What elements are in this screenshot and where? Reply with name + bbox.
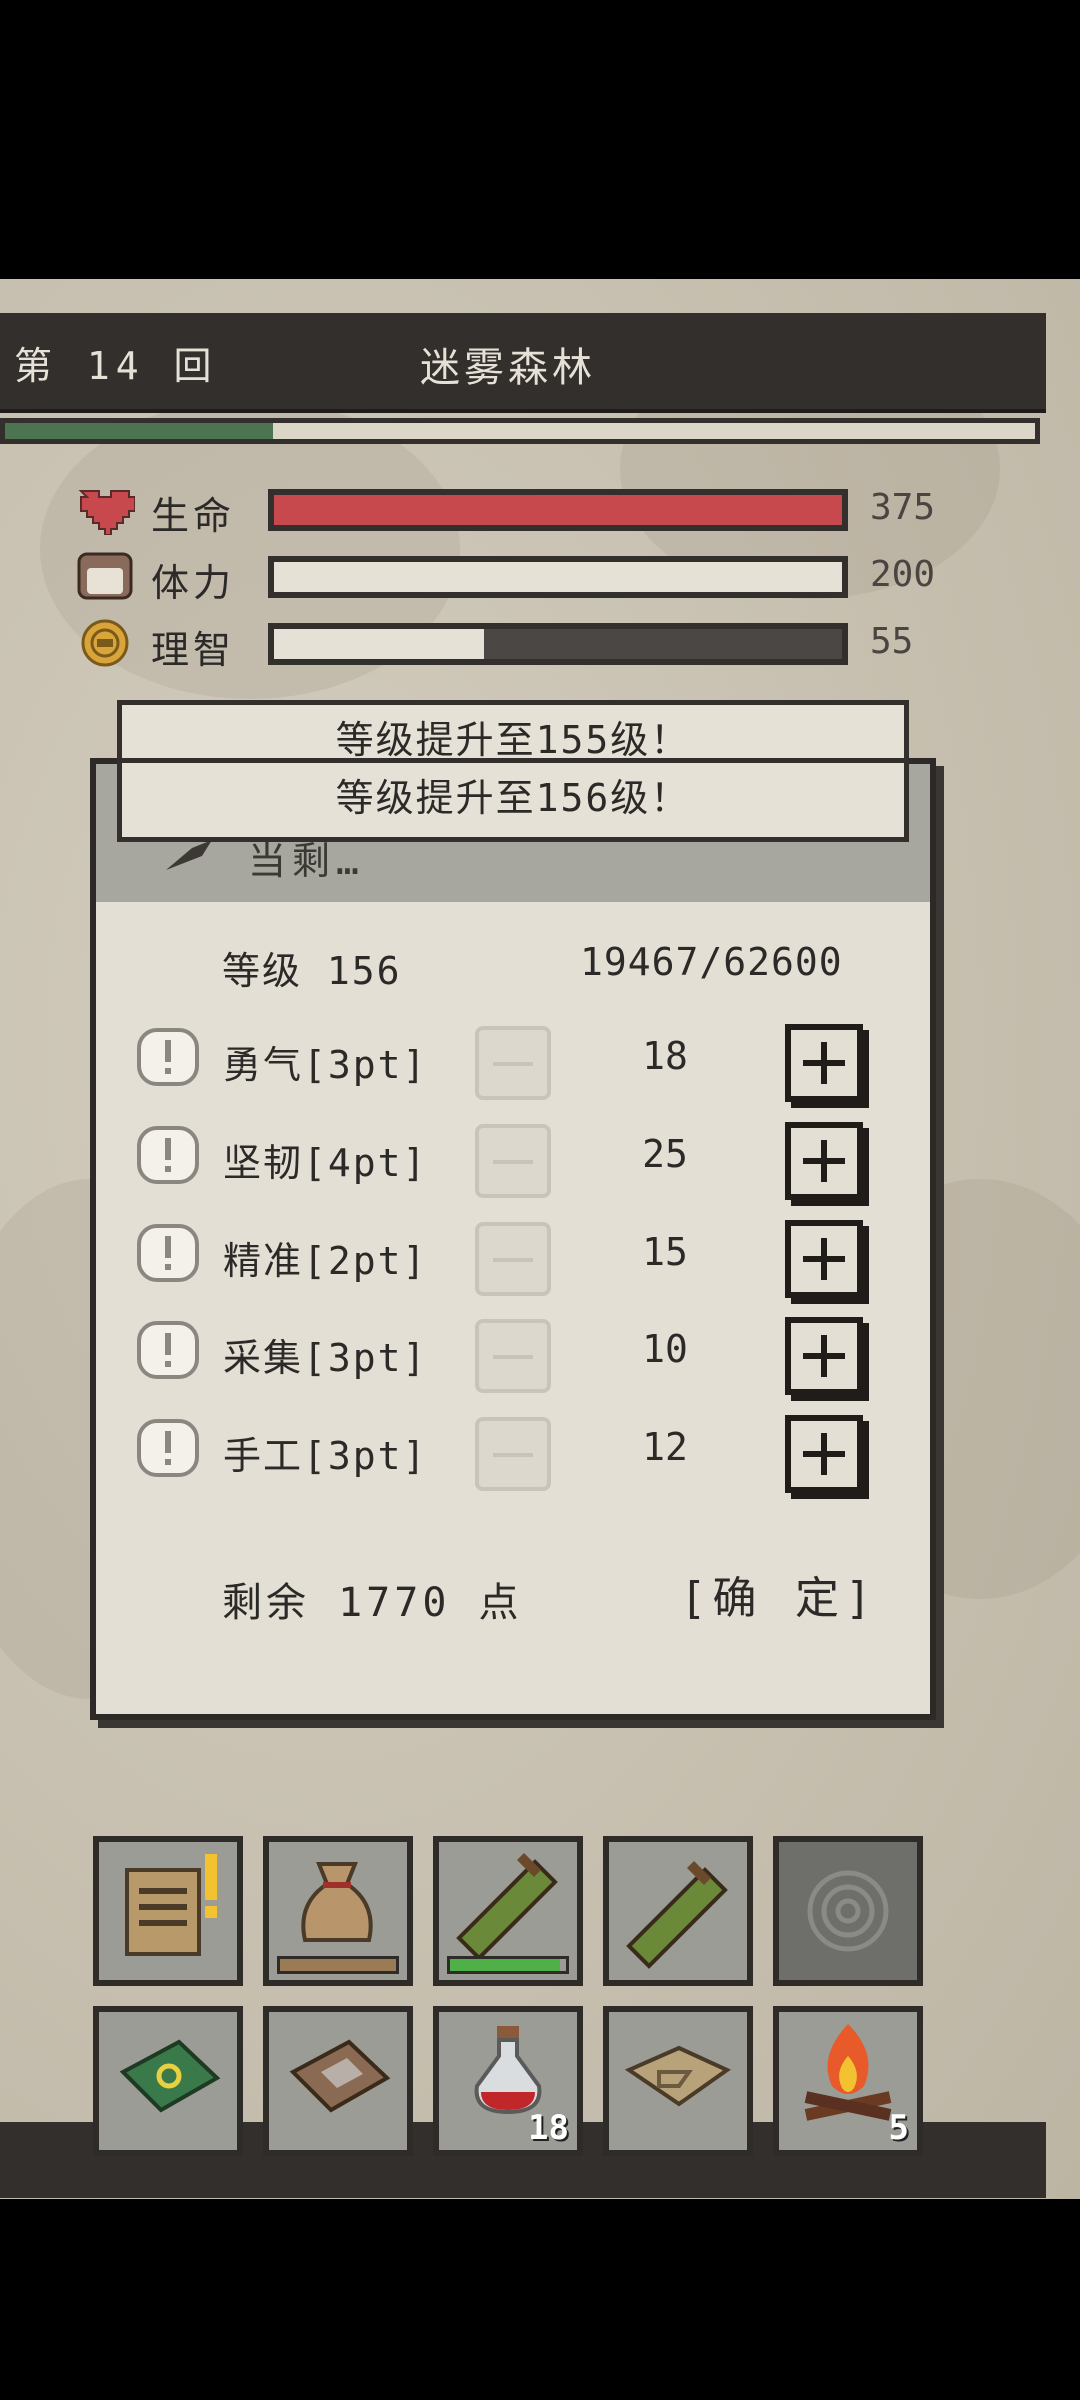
stat-name: 生命 bbox=[151, 494, 236, 538]
attribute-row-precision: 精准[2pt] 15 bbox=[135, 1216, 875, 1298]
stat-bar bbox=[268, 556, 848, 598]
stat-name: 体力 bbox=[151, 561, 236, 605]
increase-button[interactable] bbox=[785, 1122, 863, 1200]
remaining-points: 剩余 1770 点 bbox=[222, 1580, 523, 1626]
info-icon[interactable] bbox=[135, 1417, 201, 1483]
decrease-button[interactable] bbox=[475, 1319, 551, 1393]
inventory-slot[interactable]: 5 bbox=[773, 2006, 923, 2156]
attribute-label: 坚韧[4pt] bbox=[223, 1141, 428, 1185]
stat-value: 200 bbox=[870, 554, 936, 595]
stat-bar bbox=[268, 489, 848, 531]
inventory-slot[interactable] bbox=[263, 2006, 413, 2156]
increase-button[interactable] bbox=[785, 1415, 863, 1493]
info-icon[interactable] bbox=[135, 1319, 201, 1385]
attribute-row-toughness: 坚韧[4pt] 25 bbox=[135, 1118, 875, 1200]
stat-bar bbox=[268, 623, 848, 665]
stat-bar-fill bbox=[274, 562, 842, 592]
journal-icon bbox=[289, 2039, 391, 2113]
slot-bar-fill bbox=[280, 1959, 396, 1971]
attribute-value: 10 bbox=[642, 1327, 688, 1371]
inventory-slot[interactable] bbox=[263, 1836, 413, 1986]
decrease-button[interactable] bbox=[475, 1026, 551, 1100]
map-icon bbox=[624, 2045, 731, 2107]
inventory-slot[interactable] bbox=[93, 2006, 243, 2156]
attribute-row-crafting: 手工[3pt] 12 bbox=[135, 1411, 875, 1493]
stat-bar-fill bbox=[274, 495, 842, 525]
info-icon[interactable] bbox=[135, 1124, 201, 1190]
stage-progress-bar bbox=[0, 418, 1040, 444]
herb-bundle-icon bbox=[626, 1860, 728, 1969]
info-icon[interactable] bbox=[135, 1026, 201, 1092]
top-bar: 第 14 回 迷雾森林 bbox=[0, 313, 1046, 413]
attribute-label: 勇气[3pt] bbox=[223, 1043, 428, 1087]
increase-button[interactable] bbox=[785, 1317, 863, 1395]
inventory-slot[interactable] bbox=[603, 2006, 753, 2156]
stage-progress-fill bbox=[5, 423, 273, 439]
inventory-slot[interactable] bbox=[93, 1836, 243, 1986]
inventory-slot[interactable] bbox=[433, 1836, 583, 1986]
info-icon[interactable] bbox=[135, 1222, 201, 1288]
location-title: 迷雾森林 bbox=[420, 345, 596, 391]
decrease-button[interactable] bbox=[475, 1124, 551, 1198]
item-count: 5 bbox=[888, 2108, 909, 2148]
attribute-row-courage: 勇气[3pt] 18 bbox=[135, 1020, 875, 1102]
quest-scroll-icon bbox=[125, 1854, 217, 1956]
spellbook-icon bbox=[119, 2039, 221, 2113]
inventory-slot[interactable] bbox=[603, 1836, 753, 1986]
stat-hp: 生命 375 bbox=[75, 483, 975, 539]
herb-bundle-icon bbox=[456, 1852, 558, 1961]
level-label: 等级 156 bbox=[222, 949, 402, 993]
round-label: 第 14 回 bbox=[14, 344, 218, 388]
stat-bar-fill bbox=[274, 629, 485, 659]
stat-value: 375 bbox=[870, 487, 936, 528]
attribute-label: 精准[2pt] bbox=[223, 1239, 428, 1283]
decrease-button[interactable] bbox=[475, 1222, 551, 1296]
stat-value: 55 bbox=[870, 621, 914, 662]
attribute-row-gathering: 采集[3pt] 10 bbox=[135, 1313, 875, 1395]
confirm-button[interactable]: [确 定] bbox=[680, 1562, 877, 1626]
increase-button[interactable] bbox=[785, 1220, 863, 1298]
stat-name: 理智 bbox=[151, 628, 236, 672]
inventory-slot-empty[interactable] bbox=[773, 1836, 923, 1986]
slot-bar bbox=[277, 1956, 399, 1974]
loot-bag-icon bbox=[301, 1862, 373, 1942]
exp-counter: 19467/62600 bbox=[580, 940, 843, 984]
heart-icon bbox=[78, 490, 135, 535]
stat-stamina: 体力 200 bbox=[75, 550, 975, 606]
sanity-icon bbox=[81, 619, 129, 667]
slot-bar bbox=[447, 1956, 569, 1974]
slot-bar-fill bbox=[450, 1959, 561, 1971]
attribute-label: 手工[3pt] bbox=[223, 1434, 428, 1478]
stat-sanity: 理智 55 bbox=[75, 617, 975, 673]
inventory-slot[interactable]: 18 bbox=[433, 2006, 583, 2156]
increase-button[interactable] bbox=[785, 1024, 863, 1102]
stamina-icon bbox=[77, 552, 133, 600]
attribute-value: 12 bbox=[642, 1425, 688, 1469]
attribute-value: 15 bbox=[642, 1230, 688, 1274]
attribute-value: 18 bbox=[642, 1034, 688, 1078]
item-count: 18 bbox=[528, 2108, 569, 2148]
decrease-button[interactable] bbox=[475, 1417, 551, 1491]
level-up-notice-156: 等级提升至156级！ bbox=[117, 758, 909, 842]
attribute-value: 25 bbox=[642, 1132, 688, 1176]
attribute-label: 采集[3pt] bbox=[223, 1336, 428, 1380]
empty-rune-icon bbox=[807, 1870, 889, 1952]
